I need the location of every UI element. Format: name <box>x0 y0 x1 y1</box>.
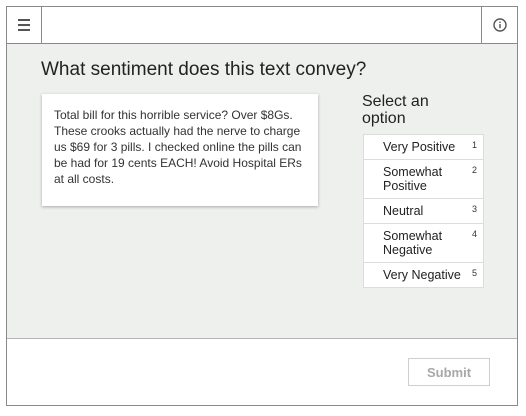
options-list: Very Positive 1 Somewhat Positive 2 Neut… <box>363 134 484 288</box>
option-label: Very Negative <box>383 268 461 282</box>
option-label: Somewhat Negative <box>383 229 443 257</box>
option-label: Somewhat Positive <box>383 165 443 193</box>
option-shortcut-key: 3 <box>471 204 477 214</box>
footer: Submit <box>7 339 517 405</box>
option-shortcut-key: 5 <box>471 268 477 278</box>
option-somewhat-positive[interactable]: Somewhat Positive 2 <box>363 159 484 198</box>
task-window: What sentiment does this text convey? To… <box>6 6 518 406</box>
task-area: What sentiment does this text convey? To… <box>7 44 517 339</box>
option-very-negative[interactable]: Very Negative 5 <box>363 262 484 288</box>
option-very-positive[interactable]: Very Positive 1 <box>363 134 484 159</box>
hamburger-menu-icon <box>18 19 30 21</box>
info-icon <box>492 18 507 32</box>
question-heading: What sentiment does this text convey? <box>41 59 367 80</box>
submit-button[interactable]: Submit <box>408 358 490 386</box>
top-bar <box>7 7 517 44</box>
option-label: Neutral <box>383 204 424 218</box>
option-shortcut-key: 4 <box>471 229 477 239</box>
option-neutral[interactable]: Neutral 3 <box>363 198 484 223</box>
menu-button[interactable] <box>7 7 42 43</box>
option-label: Very Positive <box>383 140 456 154</box>
option-shortcut-key: 2 <box>471 165 477 175</box>
options-title: Select an option <box>362 93 429 127</box>
option-shortcut-key: 1 <box>471 140 477 150</box>
option-somewhat-negative[interactable]: Somewhat Negative 4 <box>363 223 484 262</box>
info-button[interactable] <box>481 7 517 43</box>
text-card: Total bill for this horrible service? Ov… <box>42 94 318 206</box>
